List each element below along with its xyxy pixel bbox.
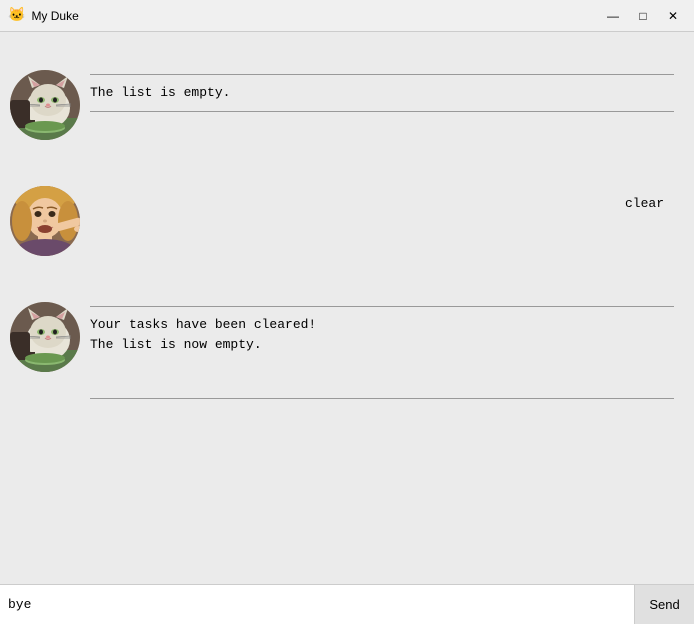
title-bar-controls: — □ ✕: [600, 6, 686, 26]
title-bar-left: 🐱 My Duke: [8, 7, 79, 24]
divider-top-1: [90, 74, 674, 75]
user-avatar-2: [10, 186, 80, 256]
message-content-3: Your tasks have been cleared! The list i…: [80, 302, 684, 403]
close-button[interactable]: ✕: [660, 6, 686, 26]
user-text-2: clear: [80, 186, 674, 211]
app-icon: 🐱: [8, 7, 25, 24]
minimize-button[interactable]: —: [600, 6, 626, 26]
message-row-3: Your tasks have been cleared! The list i…: [0, 302, 694, 403]
user-message-content-2: clear: [80, 186, 684, 211]
window-title: My Duke: [31, 9, 78, 23]
chat-area: The list is empty. clear: [0, 32, 694, 584]
message-content-1: The list is empty.: [80, 70, 684, 116]
bot-avatar-1: [10, 70, 80, 140]
maximize-button[interactable]: □: [630, 6, 656, 26]
chat-input[interactable]: [0, 585, 634, 624]
message-row-2: clear: [0, 186, 694, 256]
message-text-1: The list is empty.: [90, 79, 674, 107]
send-button[interactable]: Send: [634, 585, 694, 624]
bot-avatar-3: [10, 302, 80, 372]
input-area: Send: [0, 584, 694, 624]
message-row-1: The list is empty.: [0, 70, 694, 140]
divider-top-3: [90, 306, 674, 307]
message-text-3: Your tasks have been cleared! The list i…: [90, 311, 674, 358]
divider-bottom-3: [90, 398, 674, 399]
divider-bottom-1: [90, 111, 674, 112]
title-bar: 🐱 My Duke — □ ✕: [0, 0, 694, 32]
